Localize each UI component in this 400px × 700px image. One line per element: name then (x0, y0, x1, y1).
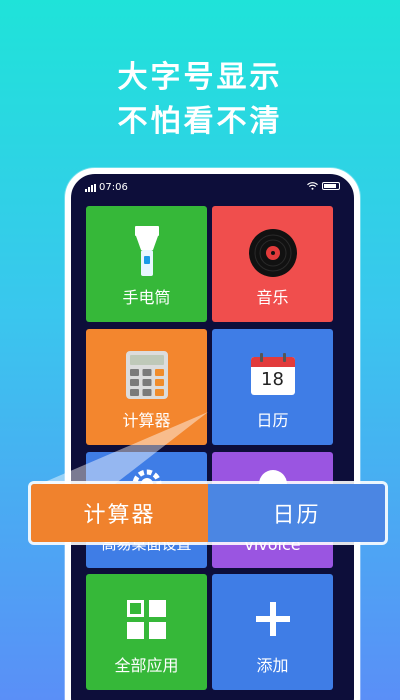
tile-all-apps[interactable]: 全部应用 (86, 574, 207, 690)
phone-mockup: 07:06 手电筒 音乐 计算器 18 日历 高易桌面设置 vivoice 全部… (65, 168, 360, 700)
calendar-day: 18 (261, 369, 284, 390)
tile-label: 全部应用 (114, 656, 179, 675)
flashlight-icon (134, 226, 160, 282)
tile-calendar[interactable]: 18 日历 (212, 329, 333, 445)
magnified-calendar-label: 日历 (208, 484, 385, 542)
calendar-icon: 18 (250, 353, 295, 399)
battery-icon (322, 182, 340, 190)
tile-label: 手电筒 (122, 288, 171, 307)
tile-label: 日历 (256, 411, 289, 430)
tile-flashlight[interactable]: 手电筒 (86, 206, 207, 322)
wifi-icon (307, 182, 318, 190)
tile-calculator[interactable]: 计算器 (86, 329, 207, 445)
calculator-icon (125, 351, 168, 403)
music-disc-icon (248, 228, 298, 282)
magnified-calculator-label: 计算器 (31, 484, 208, 542)
promo-line-2: 不怕看不清 (117, 104, 283, 139)
tile-add[interactable]: 添加 (212, 574, 333, 690)
tile-label: 添加 (256, 656, 289, 675)
tile-music[interactable]: 音乐 (212, 206, 333, 322)
status-time: 07:06 (99, 182, 128, 193)
promo-line-1: 大字号显示 (117, 60, 283, 95)
tile-label: 计算器 (122, 411, 171, 430)
grid-apps-icon (126, 600, 167, 644)
magnifier-overlay: 计算器 日历 (28, 481, 388, 545)
plus-icon (255, 602, 290, 640)
signal-icon (85, 183, 96, 192)
status-bar: 07:06 (71, 174, 354, 200)
tile-label: 音乐 (256, 288, 289, 307)
